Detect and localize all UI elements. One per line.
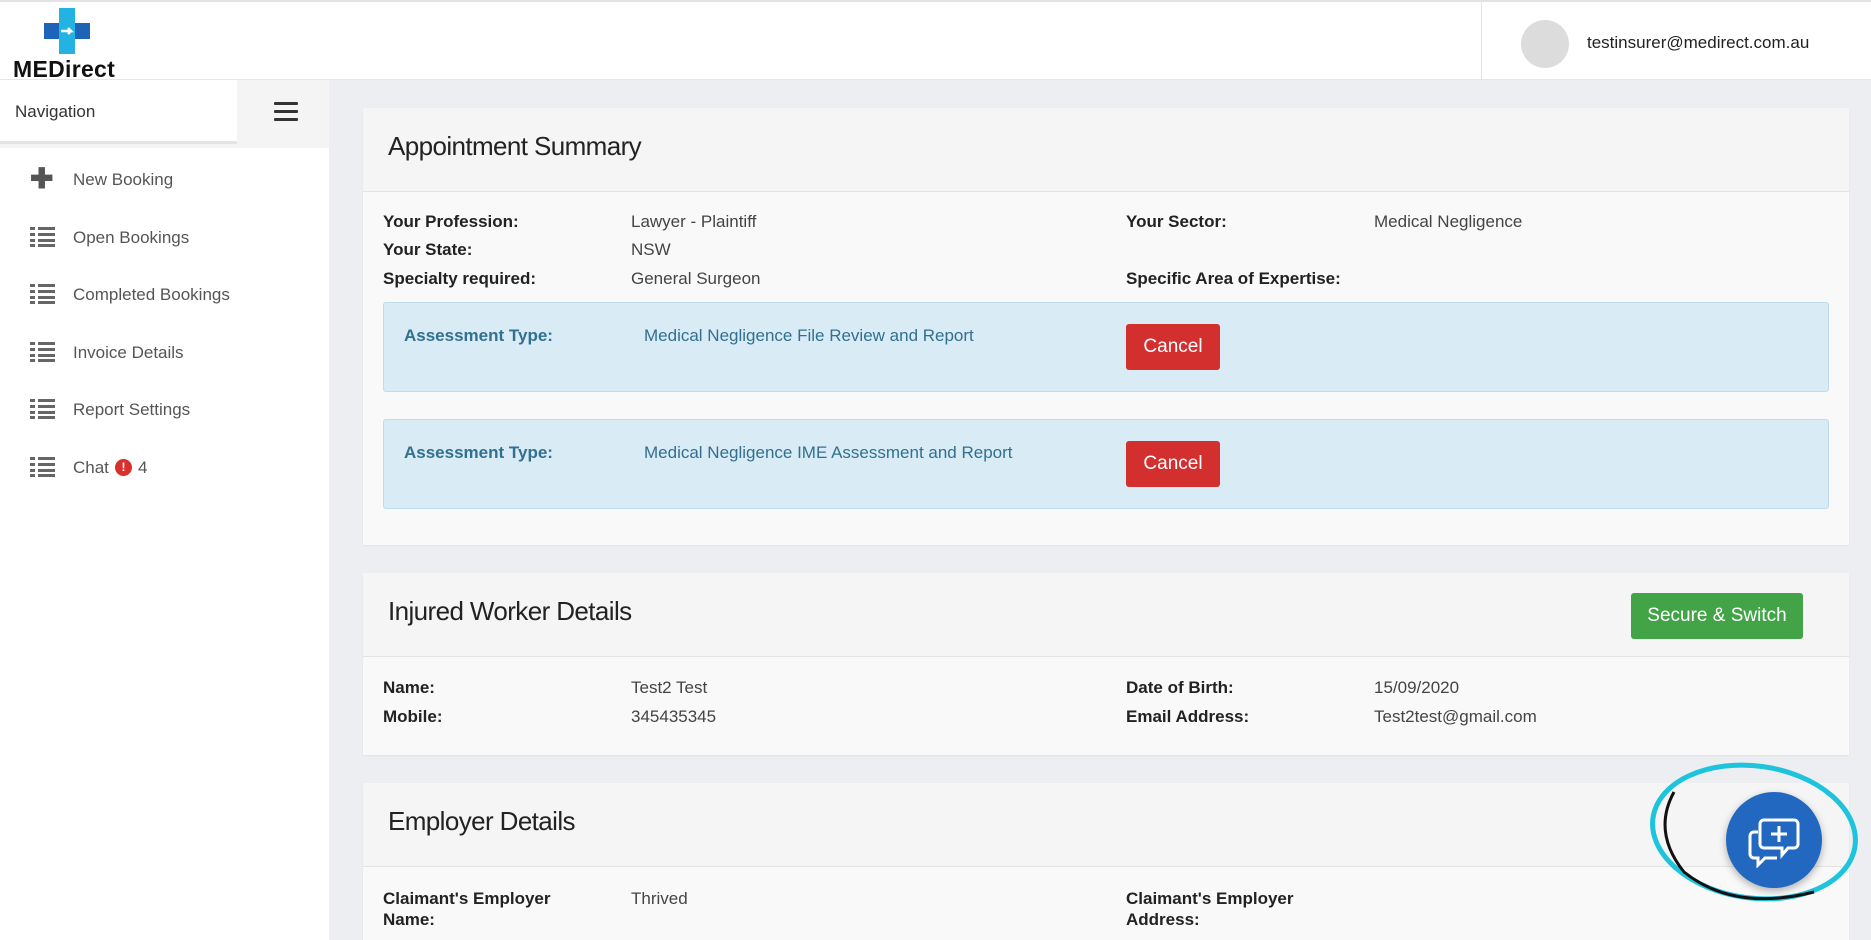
chat-support-button[interactable] (1726, 792, 1822, 888)
sidebar-item-label: Report Settings (73, 400, 191, 419)
assessment-type-value: Medical Negligence IME Assessment and Re… (644, 443, 1013, 462)
card-body: Your Profession: Lawyer - Plaintiff Your… (363, 192, 1849, 545)
employer-address-label-line2: Address: (1126, 910, 1200, 929)
sidebar-item-open-bookings[interactable]: Open Bookings (0, 214, 329, 262)
sidebar-item-invoice-details[interactable]: Invoice Details (0, 329, 329, 377)
employer-name-label-line2: Name: (383, 910, 435, 929)
card-body: Name: Test2 Test Mobile: 345435345 Date … (363, 657, 1849, 755)
employer-name-value: Thrived (631, 889, 688, 908)
dob-label: Date of Birth: (1126, 678, 1234, 697)
state-label: Your State: (383, 240, 473, 259)
sidebar-item-label: Open Bookings (73, 228, 190, 247)
assessment-item: Assessment Type: Medical Negligence File… (383, 302, 1829, 392)
sidebar-item-label: Chat (73, 458, 109, 477)
card-body: Claimant's Employer Name: Thrived Claima… (363, 867, 1849, 940)
list-icon (30, 227, 55, 247)
brand-name: MEDirect (13, 56, 116, 82)
hamburger-menu-icon[interactable] (274, 102, 298, 124)
alert-icon: ! (115, 459, 132, 476)
list-icon (30, 457, 55, 477)
mobile-value: 345435345 (631, 707, 717, 726)
sidebar-header: Navigation (0, 80, 329, 148)
specialty-value: General Surgeon (631, 269, 761, 288)
injured-worker-card: Injured Worker Details Secure & Switch N… (363, 573, 1849, 755)
assessment-type-label: Assessment Type: (404, 326, 553, 345)
employer-address-label-line1: Claimant's Employer (1126, 889, 1294, 908)
cancel-button[interactable]: Cancel (1126, 324, 1220, 370)
cancel-button[interactable]: Cancel (1126, 441, 1220, 487)
sector-value: Medical Negligence (1374, 212, 1523, 231)
profession-label: Your Profession: (383, 212, 519, 231)
plus-icon: ✚ (30, 163, 54, 194)
email-value: Test2test@gmail.com (1374, 707, 1537, 726)
appointment-summary-card: Appointment Summary Your Profession: Law… (363, 108, 1849, 545)
name-label: Name: (383, 678, 435, 697)
sidebar-item-new-booking[interactable]: ✚ New Booking (0, 156, 329, 204)
user-email[interactable]: testinsurer@medirect.com.au (1587, 33, 1809, 53)
unread-count: 4 (138, 458, 148, 477)
card-title: Injured Worker Details (388, 596, 632, 626)
employer-name-label-line1: Claimant's Employer (383, 889, 551, 908)
card-title: Appointment Summary (388, 131, 642, 161)
expertise-label: Specific Area of Expertise: (1126, 269, 1341, 288)
medirect-logo[interactable]: MEDirect (13, 6, 123, 82)
avatar[interactable] (1521, 20, 1569, 68)
mobile-label: Mobile: (383, 707, 443, 726)
medical-cross-logo-icon (44, 8, 90, 54)
card-header: Employer Details (363, 783, 1849, 867)
sidebar-item-label: Completed Bookings (73, 285, 230, 304)
card-header: Appointment Summary (363, 108, 1849, 192)
top-header: MEDirect testinsurer@medirect.com.au (0, 0, 1871, 82)
assessment-item: Assessment Type: Medical Negligence IME … (383, 419, 1829, 509)
card-header: Injured Worker Details Secure & Switch (363, 573, 1849, 657)
sidebar-item-label: New Booking (73, 170, 174, 189)
sidebar: Navigation ✚ New Booking Open Bookings C… (0, 80, 329, 940)
medical-chat-icon (1748, 818, 1800, 868)
employer-details-card: Employer Details Claimant's Employer Nam… (363, 783, 1849, 940)
sidebar-item-report-settings[interactable]: Report Settings (0, 386, 329, 434)
specialty-label: Specialty required: (383, 269, 537, 288)
sidebar-item-completed-bookings[interactable]: Completed Bookings (0, 271, 329, 319)
card-title: Employer Details (388, 806, 576, 836)
assessment-type-value: Medical Negligence File Review and Repor… (644, 326, 974, 345)
list-icon (30, 399, 55, 419)
profession-value: Lawyer - Plaintiff (631, 212, 757, 231)
list-icon (30, 342, 55, 362)
secure-switch-button[interactable]: Secure & Switch (1631, 593, 1803, 639)
assessment-type-label: Assessment Type: (404, 443, 553, 462)
sidebar-item-chat[interactable]: Chat ! 4 (0, 444, 329, 492)
navigation-title: Navigation (0, 80, 237, 144)
dob-value: 15/09/2020 (1374, 678, 1460, 697)
sidebar-item-label: Invoice Details (73, 343, 184, 362)
name-value: Test2 Test (631, 678, 708, 697)
state-value: NSW (631, 240, 671, 259)
sector-label: Your Sector: (1126, 212, 1227, 231)
email-label: Email Address: (1126, 707, 1250, 726)
list-icon (30, 284, 55, 304)
navigation-label: Navigation (15, 102, 96, 121)
user-menu[interactable]: testinsurer@medirect.com.au (1481, 2, 1871, 80)
